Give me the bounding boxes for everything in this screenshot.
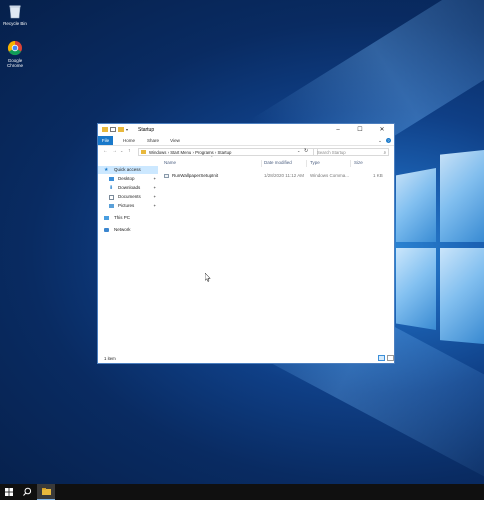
sidebar-item-label: Network [114, 227, 131, 232]
file-explorer-icon [42, 488, 51, 495]
search-placeholder: Search Startup [317, 150, 346, 155]
recycle-bin-icon [7, 3, 23, 19]
logo-pane [396, 248, 436, 330]
start-button[interactable] [0, 484, 18, 500]
column-header-type[interactable]: Type [310, 160, 320, 165]
address-dropdown-icon[interactable]: ⌄ [297, 148, 300, 153]
tab-share[interactable]: Share [144, 136, 162, 145]
large-icons-view-button[interactable] [387, 355, 394, 361]
details-view-button[interactable] [378, 355, 385, 361]
folder-icon [102, 127, 108, 132]
column-separator [350, 160, 351, 167]
search-box[interactable]: Search Startup ⌕ [313, 148, 389, 156]
tab-view[interactable]: View [168, 136, 182, 145]
file-list: ⌃ Name Date modified Type Size RunWallpa… [160, 155, 394, 353]
pin-icon: ✦ [153, 176, 157, 181]
tab-home[interactable]: Home [121, 136, 137, 145]
navigation-pane: ★ Quick access Desktop ✦ ⬇ Downloads ✦ D… [98, 160, 158, 350]
file-date: 1/28/2020 11:12 AM [264, 173, 304, 178]
back-arrow-icon[interactable]: ← [103, 148, 108, 154]
logo-pane [440, 248, 484, 344]
sidebar-item-network[interactable]: Network [98, 226, 158, 234]
file-name: RunWallpaperSetupInit [172, 173, 219, 178]
sidebar-item-label: Quick access [114, 167, 141, 172]
file-size: 1 KB [373, 173, 383, 178]
sort-arrow-icon: ⌃ [210, 155, 214, 160]
desktop-icon-label: Google Chrome [6, 58, 23, 68]
recent-locations-icon[interactable]: ⌄ [120, 148, 123, 153]
pin-icon: ✦ [153, 185, 157, 190]
desktop: Recycle Bin Google Chrome ▾ Startup – ☐ … [0, 0, 484, 484]
table-row[interactable]: RunWallpaperSetupInit 1/28/2020 11:12 AM… [160, 170, 383, 179]
pin-icon: ✦ [153, 194, 157, 199]
search-icon [23, 487, 32, 496]
sidebar-item-label: Desktop [118, 176, 135, 181]
computer-icon [104, 216, 109, 220]
sidebar-item-quick-access[interactable]: ★ Quick access [98, 166, 158, 174]
sidebar-item-this-pc[interactable]: This PC [98, 214, 158, 222]
file-type: Windows Comma... [310, 173, 350, 178]
sidebar-item-label: This PC [114, 215, 131, 220]
maximize-button[interactable]: ☐ [349, 124, 371, 136]
shortcut-file-icon [164, 174, 169, 178]
column-separator [261, 160, 262, 167]
network-icon [104, 228, 109, 232]
desktop-icon-recycle-bin[interactable]: Recycle Bin [0, 3, 30, 26]
item-count: 1 item [104, 356, 116, 361]
taskbar [0, 484, 484, 500]
up-arrow-icon[interactable]: ↑ [128, 148, 131, 154]
sidebar-item-documents[interactable]: Documents ✦ [98, 193, 158, 201]
desktop-folder-icon [109, 177, 114, 181]
sidebar-item-downloads[interactable]: ⬇ Downloads ✦ [98, 184, 158, 192]
column-separator [306, 160, 307, 167]
logo-pane [396, 168, 436, 242]
status-bar: 1 item [98, 353, 394, 363]
sidebar-item-label: Documents [118, 194, 141, 199]
sidebar-item-desktop[interactable]: Desktop ✦ [98, 175, 158, 183]
chevron-down-icon[interactable]: ▾ [126, 127, 132, 132]
desktop-icon-label: Recycle Bin [3, 21, 27, 26]
title-bar[interactable]: ▾ Startup – ☐ ✕ [98, 124, 394, 136]
taskbar-file-explorer-button[interactable] [37, 484, 55, 500]
search-icon: ⌕ [383, 150, 386, 155]
column-header-name[interactable]: Name [164, 160, 176, 165]
mouse-cursor-icon [204, 269, 211, 287]
taskbar-search-button[interactable] [18, 484, 36, 500]
minimize-button[interactable]: – [327, 124, 349, 136]
folder-icon [141, 150, 146, 154]
tab-file[interactable]: File [98, 136, 113, 145]
pin-icon: ✦ [153, 203, 157, 208]
close-button[interactable]: ✕ [371, 124, 393, 136]
window-title: Startup [138, 127, 155, 133]
download-icon: ⬇ [109, 185, 114, 191]
sidebar-item-label: Downloads [118, 185, 141, 190]
forward-arrow-icon[interactable]: → [112, 148, 117, 154]
chrome-icon [7, 40, 23, 56]
navigation-bar: ← → ⌄ ↑ Windows › Start Menu › Programs … [98, 146, 394, 158]
address-bar[interactable]: Windows › Start Menu › Programs › Startu… [138, 148, 318, 156]
file-explorer-window: ▾ Startup – ☐ ✕ File Home Share View ⌄ ?… [97, 123, 395, 364]
sidebar-item-pictures[interactable]: Pictures ✦ [98, 202, 158, 210]
windows-start-icon [5, 488, 13, 496]
sidebar-item-label: Pictures [118, 203, 135, 208]
logo-pane [440, 150, 484, 242]
new-folder-icon[interactable] [118, 127, 124, 132]
ribbon-tabs: File Home Share View ⌄ ? [98, 136, 394, 146]
desktop-icon-chrome[interactable]: Google Chrome [0, 40, 30, 68]
properties-icon[interactable] [110, 127, 116, 132]
address-path: Windows › Start Menu › Programs › Startu… [149, 150, 232, 155]
refresh-icon[interactable]: ↻ [304, 148, 308, 154]
star-icon: ★ [104, 167, 109, 173]
help-icon[interactable]: ? [385, 136, 392, 145]
expand-ribbon-icon[interactable]: ⌄ [377, 136, 383, 145]
documents-icon [109, 195, 114, 200]
column-header-size[interactable]: Size [354, 160, 363, 165]
pictures-icon [109, 204, 114, 208]
column-header-date[interactable]: Date modified [264, 160, 292, 165]
